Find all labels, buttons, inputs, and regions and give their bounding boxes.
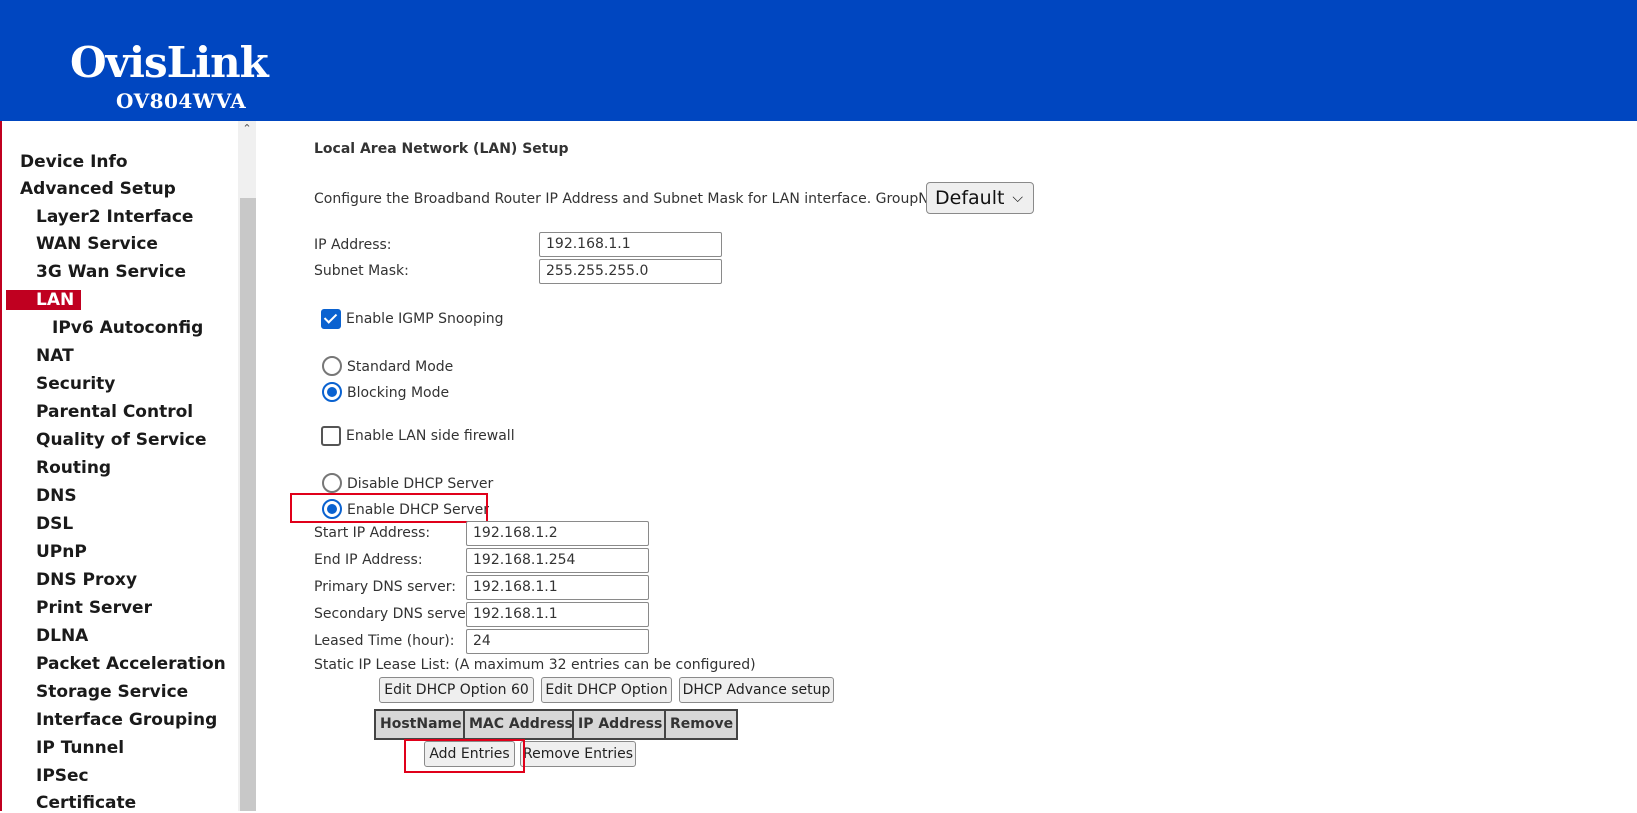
edit-dhcp-option-button[interactable]: Edit DHCP Option — [541, 677, 672, 703]
disable-dhcp-radio[interactable] — [322, 473, 342, 493]
subnet-mask-label: Subnet Mask: — [314, 263, 409, 279]
start-ip-label: Start IP Address: — [314, 525, 431, 541]
lan-firewall-label: Enable LAN side firewall — [346, 428, 515, 444]
column-ip-address: IP Address — [574, 711, 666, 738]
dhcp-advance-setup-button[interactable]: DHCP Advance setup — [679, 677, 834, 703]
main-content: Local Area Network (LAN) Setup Configure… — [254, 121, 1637, 811]
sidebar-item-storage-service[interactable]: Storage Service — [36, 682, 188, 702]
standard-mode-radio[interactable] — [322, 356, 342, 376]
sidebar: Device Info Advanced Setup Layer2 Interf… — [0, 121, 256, 813]
sidebar-item-wan-service[interactable]: WAN Service — [36, 234, 158, 254]
blocking-mode-label: Blocking Mode — [347, 385, 450, 401]
sidebar-item-parental-control[interactable]: Parental Control — [36, 402, 193, 422]
sidebar-item-packet-acceleration[interactable]: Packet Acceleration — [36, 654, 226, 674]
leased-time-input[interactable]: 24 — [466, 629, 649, 654]
blocking-mode-radio[interactable] — [322, 382, 342, 402]
secondary-dns-input[interactable]: 192.168.1.1 — [466, 602, 649, 627]
sidebar-item-quality-of-service[interactable]: Quality of Service — [36, 430, 206, 450]
enable-dhcp-highlight — [290, 493, 488, 523]
end-ip-input[interactable]: 192.168.1.254 — [466, 548, 649, 573]
static-lease-table: HostName MAC Address IP Address Remove — [374, 709, 738, 740]
sidebar-item-lan[interactable]: LAN — [6, 290, 81, 310]
sidebar-item-security[interactable]: Security — [36, 374, 115, 394]
group-name-value: Default — [935, 187, 1005, 209]
sidebar-item-dns[interactable]: DNS — [36, 486, 77, 506]
igmp-snooping-checkbox[interactable] — [321, 309, 341, 329]
start-ip-input[interactable]: 192.168.1.2 — [466, 521, 649, 546]
sidebar-item-print-server[interactable]: Print Server — [36, 598, 152, 618]
igmp-snooping-label: Enable IGMP Snooping — [346, 311, 504, 327]
column-mac-address: MAC Address — [465, 711, 574, 738]
subnet-mask-input[interactable]: 255.255.255.0 — [539, 259, 722, 284]
sidebar-item-dsl[interactable]: DSL — [36, 514, 73, 534]
primary-dns-input[interactable]: 192.168.1.1 — [466, 575, 649, 600]
edit-dhcp-option-60-button[interactable]: Edit DHCP Option 60 — [379, 677, 534, 703]
sidebar-item-nat[interactable]: NAT — [36, 346, 74, 366]
primary-dns-label: Primary DNS server: — [314, 579, 456, 595]
standard-mode-label: Standard Mode — [347, 359, 454, 375]
disable-dhcp-label: Disable DHCP Server — [347, 476, 494, 492]
secondary-dns-label: Secondary DNS server: — [314, 606, 476, 622]
sidebar-item-ip-tunnel[interactable]: IP Tunnel — [36, 738, 124, 758]
leased-time-label: Leased Time (hour): — [314, 633, 455, 649]
lan-description: Configure the Broadband Router IP Addres… — [314, 191, 960, 207]
sidebar-item-ipv6-autoconfig[interactable]: IPv6 Autoconfig — [52, 318, 203, 338]
header-banner: OvisLink OV804WVA — [0, 0, 1637, 121]
brand-logo: OvisLink — [70, 38, 269, 87]
ip-address-input[interactable]: 192.168.1.1 — [539, 232, 722, 257]
ip-address-label: IP Address: — [314, 237, 392, 253]
sidebar-item-dns-proxy[interactable]: DNS Proxy — [36, 570, 137, 590]
remove-entries-button[interactable]: Remove Entries — [520, 741, 636, 767]
sidebar-item-dlna[interactable]: DLNA — [36, 626, 88, 646]
sidebar-item-interface-grouping[interactable]: Interface Grouping — [36, 710, 217, 730]
lease-list-caption: Static IP Lease List: (A maximum 32 entr… — [314, 657, 756, 673]
sidebar-item-layer2-interface[interactable]: Layer2 Interface — [36, 207, 193, 227]
sidebar-item-upnp[interactable]: UPnP — [36, 542, 87, 562]
sidebar-item-certificate[interactable]: Certificate — [36, 793, 136, 813]
lan-firewall-checkbox[interactable] — [321, 426, 341, 446]
column-hostname: HostName — [376, 711, 465, 738]
chevron-down-icon: ⌵ — [1012, 190, 1023, 206]
page-title: Local Area Network (LAN) Setup — [314, 141, 569, 157]
group-name-select[interactable]: Default ⌵ — [926, 182, 1034, 214]
sidebar-item-3g-wan-service[interactable]: 3G Wan Service — [36, 262, 186, 282]
end-ip-label: End IP Address: — [314, 552, 423, 568]
column-remove: Remove — [666, 711, 736, 738]
model-name: OV804WVA — [116, 89, 247, 113]
add-entries-highlight — [404, 739, 525, 773]
sidebar-item-advanced-setup[interactable]: Advanced Setup — [20, 179, 176, 199]
sidebar-item-device-info[interactable]: Device Info — [20, 152, 128, 172]
sidebar-item-routing[interactable]: Routing — [36, 458, 111, 478]
sidebar-item-ipsec[interactable]: IPSec — [36, 766, 89, 786]
